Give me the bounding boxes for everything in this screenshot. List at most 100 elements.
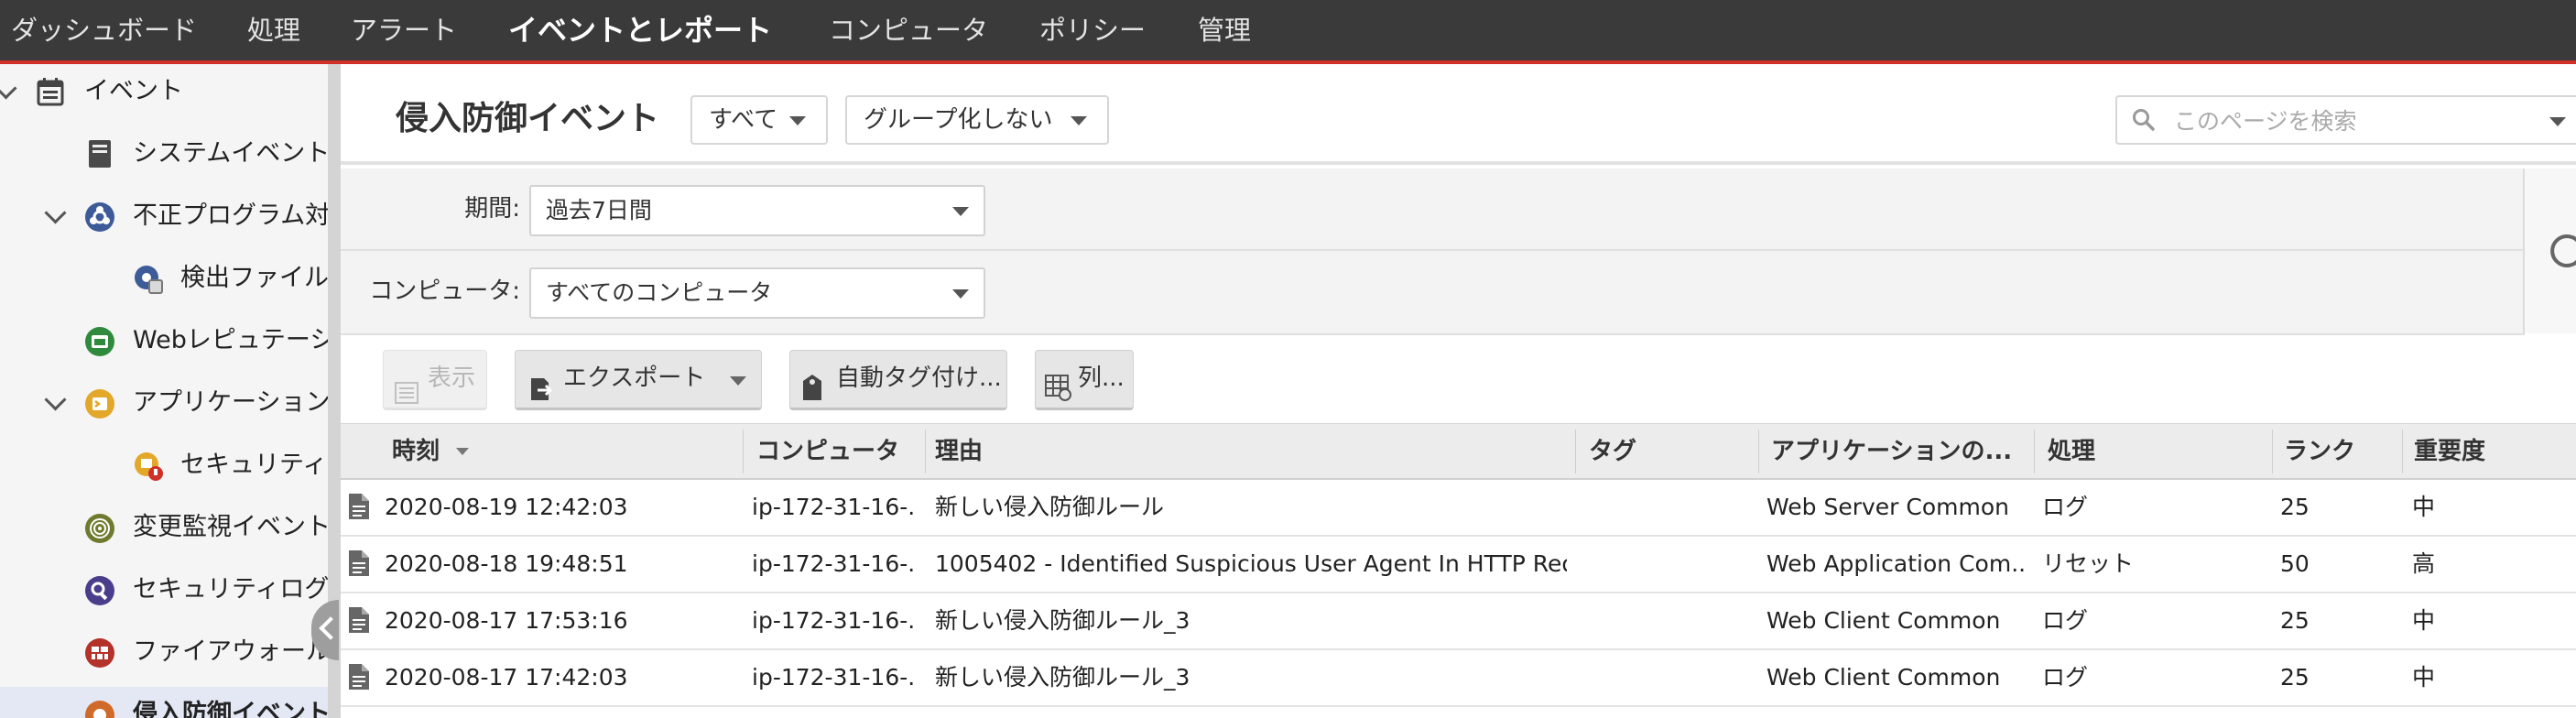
column-header-application-type[interactable]: アプリケーションの... bbox=[1771, 424, 2012, 479]
cell-rank: 25 bbox=[2280, 607, 2310, 634]
nav-events-reports[interactable]: イベントとレポート bbox=[508, 0, 772, 60]
sidebar-item-label: アプリケーション bbox=[133, 388, 328, 417]
sidebar-item-log-inspection[interactable]: セキュリティログ bbox=[0, 562, 328, 617]
column-header-severity[interactable]: 重要度 bbox=[2414, 424, 2485, 479]
period-label: 期間: bbox=[464, 195, 520, 223]
cell-action: リセット bbox=[2042, 550, 2135, 577]
cell-severity: 中 bbox=[2412, 664, 2436, 691]
cell-computer[interactable]: ip-172-31-16-... bbox=[752, 537, 917, 592]
view-button[interactable]: 表示 bbox=[383, 350, 487, 410]
sidebar-item-security-events[interactable]: セキュリティ bbox=[0, 438, 328, 493]
sidebar-item-application-control[interactable]: アプリケーション bbox=[0, 375, 328, 430]
sidebar-item-events[interactable]: イベント bbox=[0, 64, 328, 119]
search-input[interactable] bbox=[2172, 101, 2524, 141]
cell-computer[interactable]: ip-172-31-16-... bbox=[752, 480, 917, 535]
column-header-rank[interactable]: ランク bbox=[2284, 424, 2355, 479]
table-row[interactable]: 2020-08-17 17:42:03 ip-172-31-16-... 新しい… bbox=[341, 650, 2576, 707]
auto-tag-button-label: 自動タグ付け... bbox=[836, 364, 1002, 392]
computer-label: コンピュータ: bbox=[369, 277, 520, 305]
top-navigation-bar: ダッシュボード 処理 アラート イベントとレポート コンピュータ ポリシー 管理 bbox=[0, 0, 2576, 64]
cell-severity: 高 bbox=[2412, 550, 2436, 577]
period-filter-row: 期間: 過去7日間 bbox=[341, 169, 2523, 249]
period-select[interactable]: 過去7日間 bbox=[529, 185, 985, 236]
column-header-time[interactable]: 時刻 bbox=[392, 424, 469, 479]
sidebar-item-integrity-monitoring[interactable]: 変更監視イベント bbox=[0, 500, 328, 555]
sidebar-item-label: 侵入防御イベント bbox=[133, 700, 328, 718]
computer-filter-row: コンピュータ: すべてのコンピュータ bbox=[341, 251, 2523, 332]
cell-severity: 中 bbox=[2412, 607, 2436, 634]
column-divider[interactable] bbox=[2402, 430, 2403, 473]
sidebar-item-intrusion-prevention[interactable]: 侵入防御イベント bbox=[0, 687, 328, 718]
nav-alerts[interactable]: アラート bbox=[351, 0, 457, 60]
table-header: 時刻 コンピュータ 理由 タグ アプリケーションの... 処理 ランク 重要度 bbox=[341, 423, 2576, 480]
refresh-area bbox=[2525, 169, 2576, 333]
nav-administration[interactable]: 管理 bbox=[1198, 0, 1251, 60]
column-divider[interactable] bbox=[925, 430, 926, 473]
chevron-down-icon[interactable] bbox=[44, 388, 67, 411]
cell-computer[interactable]: ip-172-31-16-... bbox=[752, 593, 917, 648]
search-icon bbox=[2132, 108, 2156, 132]
chevron-down-icon[interactable] bbox=[0, 77, 17, 100]
table-row[interactable]: 2020-08-18 19:48:51 ip-172-31-16-... 100… bbox=[341, 537, 2576, 593]
columns-button-label: 列... bbox=[1078, 364, 1125, 392]
sidebar-item-system-events[interactable]: システムイベント bbox=[0, 126, 328, 181]
group-by-dropdown[interactable]: グループ化しない bbox=[845, 95, 1109, 145]
biohazard-icon bbox=[84, 201, 115, 233]
cell-time: 2020-08-17 17:53:16 bbox=[385, 607, 628, 634]
auto-tag-button[interactable]: 自動タグ付け... bbox=[789, 350, 1007, 410]
table-row[interactable]: 2020-08-19 12:42:03 ip-172-31-16-... 新しい… bbox=[341, 480, 2576, 537]
caret-down-icon bbox=[730, 376, 746, 386]
cell-computer[interactable]: ip-172-31-16-... bbox=[752, 650, 917, 705]
export-button[interactable]: エクスポート bbox=[515, 350, 762, 410]
sidebar-item-label: ファイアウォール bbox=[133, 637, 328, 666]
column-header-tag[interactable]: タグ bbox=[1589, 424, 1636, 479]
computer-select[interactable]: すべてのコンピュータ bbox=[529, 267, 985, 319]
export-icon bbox=[528, 367, 554, 400]
fingerprint-icon bbox=[84, 513, 115, 544]
cell-application-type: Web Server Common bbox=[1766, 494, 2009, 520]
cell-time: 2020-08-17 17:42:03 bbox=[385, 664, 628, 691]
intrusion-prevention-icon bbox=[84, 700, 115, 718]
nav-actions[interactable]: 処理 bbox=[247, 0, 300, 60]
column-divider[interactable] bbox=[2272, 430, 2273, 473]
table-row[interactable]: 2020-08-17 17:53:16 ip-172-31-16-... 新しい… bbox=[341, 593, 2576, 650]
column-divider[interactable] bbox=[1575, 430, 1576, 473]
firewall-icon bbox=[84, 637, 115, 669]
nav-policies[interactable]: ポリシー bbox=[1039, 0, 1146, 60]
computer-value: すべてのコンピュータ bbox=[546, 279, 773, 306]
document-icon bbox=[348, 549, 370, 577]
caret-down-icon bbox=[789, 116, 806, 125]
sidebar-item-firewall[interactable]: ファイアウォール bbox=[0, 625, 328, 680]
nav-computers[interactable]: コンピュータ bbox=[829, 0, 988, 60]
columns-icon bbox=[1045, 367, 1072, 401]
chevron-down-icon[interactable] bbox=[44, 201, 67, 224]
column-header-label: 時刻 bbox=[392, 438, 440, 465]
tag-icon bbox=[801, 366, 823, 400]
sidebar-item-web-reputation[interactable]: Webレピュテーシ bbox=[0, 313, 328, 368]
cell-severity: 中 bbox=[2412, 494, 2436, 520]
period-value: 過去7日間 bbox=[546, 197, 652, 223]
cell-rank: 50 bbox=[2280, 550, 2310, 577]
column-divider[interactable] bbox=[1758, 430, 1759, 473]
filter-panel: 期間: 過去7日間 コンピュータ: すべてのコンピュータ bbox=[341, 169, 2525, 335]
event-filter-label: すべて bbox=[709, 106, 778, 134]
column-divider[interactable] bbox=[743, 430, 744, 473]
column-header-computer[interactable]: コンピュータ bbox=[756, 424, 899, 479]
cell-rank: 25 bbox=[2280, 664, 2310, 691]
search-box[interactable] bbox=[2115, 95, 2576, 145]
cell-reason: 1005402 - Identified Suspicious User Age… bbox=[935, 550, 1567, 577]
column-header-reason[interactable]: 理由 bbox=[935, 424, 983, 479]
sidebar-item-label: 変更監視イベント bbox=[133, 513, 328, 541]
event-filter-dropdown[interactable]: すべて bbox=[690, 95, 828, 145]
sidebar-item-identified-files[interactable]: 検出ファイル bbox=[0, 251, 328, 306]
refresh-icon[interactable] bbox=[2549, 233, 2576, 269]
cell-reason: 新しい侵入防御ルール bbox=[935, 494, 1165, 520]
column-header-action[interactable]: 処理 bbox=[2048, 424, 2095, 479]
columns-button[interactable]: 列... bbox=[1035, 350, 1134, 410]
search-options-caret-icon[interactable] bbox=[2549, 117, 2566, 126]
nav-dashboard[interactable]: ダッシュボード bbox=[11, 0, 197, 60]
cell-action: ログ bbox=[2042, 607, 2089, 634]
sidebar-item-anti-malware[interactable]: 不正プログラム対 bbox=[0, 189, 328, 244]
column-divider[interactable] bbox=[2034, 430, 2035, 473]
caret-down-icon bbox=[952, 289, 969, 299]
